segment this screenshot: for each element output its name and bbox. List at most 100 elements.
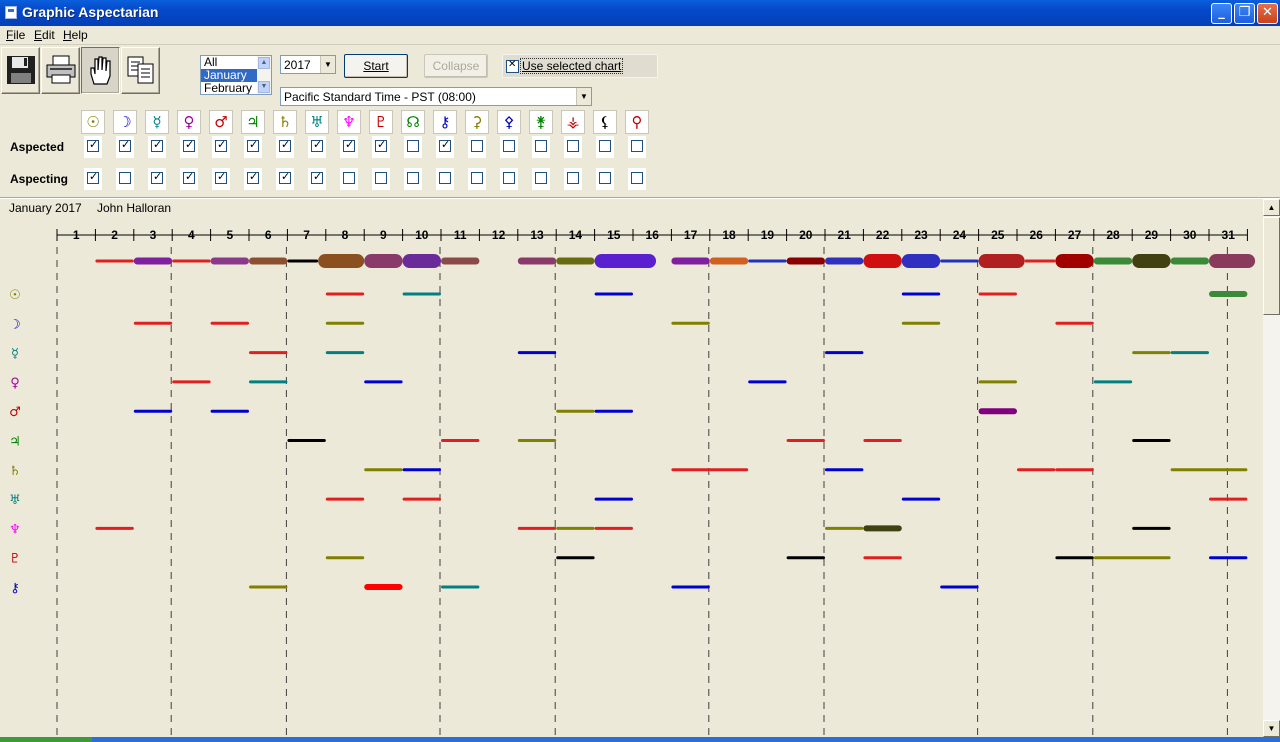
aspected-checkbox[interactable] [535,140,547,152]
use-selected-chart-checkbox[interactable] [506,59,519,73]
aspecting-checkbox[interactable] [183,170,195,184]
aspect-bar [1132,439,1171,442]
chevron-down-icon[interactable]: ▼ [576,88,591,105]
copy-button[interactable] [121,47,160,94]
scroll-up-icon[interactable]: ▲ [258,57,270,69]
aspecting-cell [148,168,166,190]
aspected-checkbox[interactable] [151,138,163,152]
aspect-bar [1055,556,1094,560]
aspecting-checkbox[interactable] [87,170,99,184]
menu-edit[interactable]: Edit [34,28,55,42]
aspect-bar [287,439,326,442]
aspect-bar [364,468,403,472]
aspecting-checkbox[interactable] [535,172,547,184]
aspect-bar [325,292,365,296]
day-label: 15 [607,228,621,242]
summary-segment [517,257,557,265]
day-label: 4 [188,228,195,242]
day-label: 5 [226,228,233,242]
aspecting-checkbox[interactable] [215,170,227,184]
aspecting-checkbox[interactable] [119,172,131,184]
aspecting-checkbox[interactable] [631,172,643,184]
print-button[interactable] [41,47,80,94]
summary-segment [863,254,902,268]
listbox-scrollbar[interactable]: ▲ ▼ [257,56,271,94]
aspected-checkbox[interactable] [599,140,611,152]
aspecting-cell [116,168,134,190]
row-planet-icon: ⚷ [10,581,20,596]
maximize-button[interactable]: ❐ [1234,3,1255,24]
aspecting-checkbox[interactable] [375,172,387,184]
aspected-checkbox[interactable] [311,138,323,152]
planet-glyph-icon: ♃ [241,110,265,134]
aspecting-checkbox[interactable] [311,170,323,184]
aspected-checkbox[interactable] [567,140,579,152]
aspect-bar [210,321,249,325]
summary-segment [172,259,211,263]
aspecting-checkbox[interactable] [247,170,259,184]
aspect-bar [1132,526,1171,530]
minimize-button[interactable]: _ [1211,3,1232,24]
aspect-bar [133,409,173,413]
aspecting-cell [628,168,646,190]
aspecting-checkbox[interactable] [567,172,579,184]
day-label: 1 [73,228,80,242]
day-label: 31 [1222,228,1236,242]
vertical-scrollbar[interactable]: ▲ ▼ [1263,199,1280,737]
scroll-up-icon[interactable]: ▲ [1263,199,1280,216]
aspect-bar [402,468,441,472]
aspecting-checkbox[interactable] [407,172,419,184]
aspect-bar [1093,556,1171,560]
aspect-bar [1170,468,1248,472]
menu-help[interactable]: Help [63,28,88,42]
aspecting-checkbox[interactable] [503,172,515,184]
aspected-checkbox[interactable] [87,138,99,152]
aspect-graph[interactable]: 1 2 3 4 5 6 7 8 9 10 11 12 13 14 15 16 17 18 19 20 21 22 23 24 2… [0,213,1262,737]
aspected-checkbox[interactable] [471,140,483,152]
planet-glyph-icon: ♆ [337,110,361,134]
aspected-checkbox[interactable] [215,138,227,152]
chevron-down-icon[interactable]: ▼ [320,56,335,73]
aspected-checkbox[interactable] [503,140,515,152]
aspected-checkbox[interactable] [407,140,419,152]
taskbar-strip [0,737,1280,742]
scroll-thumb[interactable] [1263,217,1280,315]
menu-file[interactable]: File [6,28,25,42]
aspected-checkbox[interactable] [279,138,291,152]
aspecting-cell [212,168,230,190]
save-button[interactable] [1,47,40,94]
aspected-checkbox[interactable] [375,138,387,152]
aspected-checkbox[interactable] [119,138,131,152]
year-select[interactable]: 2017 ▼ [280,55,336,74]
aspected-checkbox[interactable] [183,138,195,152]
month-listbox[interactable]: All January February ▲ ▼ [200,55,272,95]
scroll-down-icon[interactable]: ▼ [258,81,270,93]
hand-button[interactable] [81,47,120,94]
aspecting-checkbox[interactable] [343,172,355,184]
aspecting-checkbox[interactable] [279,170,291,184]
planet-glyph-icon: ⚳ [465,110,489,134]
aspecting-cell [308,168,326,190]
aspect-bar [671,468,749,472]
aspected-checkbox[interactable] [439,138,451,152]
aspect-bar [210,409,249,413]
aspecting-checkbox[interactable] [471,172,483,184]
use-selected-chart-label[interactable]: Use selected chart [519,58,624,74]
aspecting-checkbox[interactable] [151,170,163,184]
summary-segment [748,259,787,263]
timezone-select[interactable]: Pacific Standard Time - PST (08:00) ▼ [280,87,592,106]
aspecting-checkbox[interactable] [599,172,611,184]
aspect-bar [249,585,288,589]
collapse-button[interactable]: Collapse [424,54,488,78]
aspected-cell [148,136,166,158]
app-icon[interactable] [5,6,17,19]
row-planet-icon: ☿ [11,347,19,362]
aspected-checkbox[interactable] [247,138,259,152]
aspected-checkbox[interactable] [343,138,355,152]
aspecting-checkbox[interactable] [439,172,451,184]
start-button[interactable]: Start [344,54,408,78]
scroll-down-icon[interactable]: ▼ [1263,720,1280,737]
close-button[interactable]: ✕ [1257,3,1278,24]
planet-glyph-icon: ⚴ [497,110,521,134]
aspected-checkbox[interactable] [631,140,643,152]
